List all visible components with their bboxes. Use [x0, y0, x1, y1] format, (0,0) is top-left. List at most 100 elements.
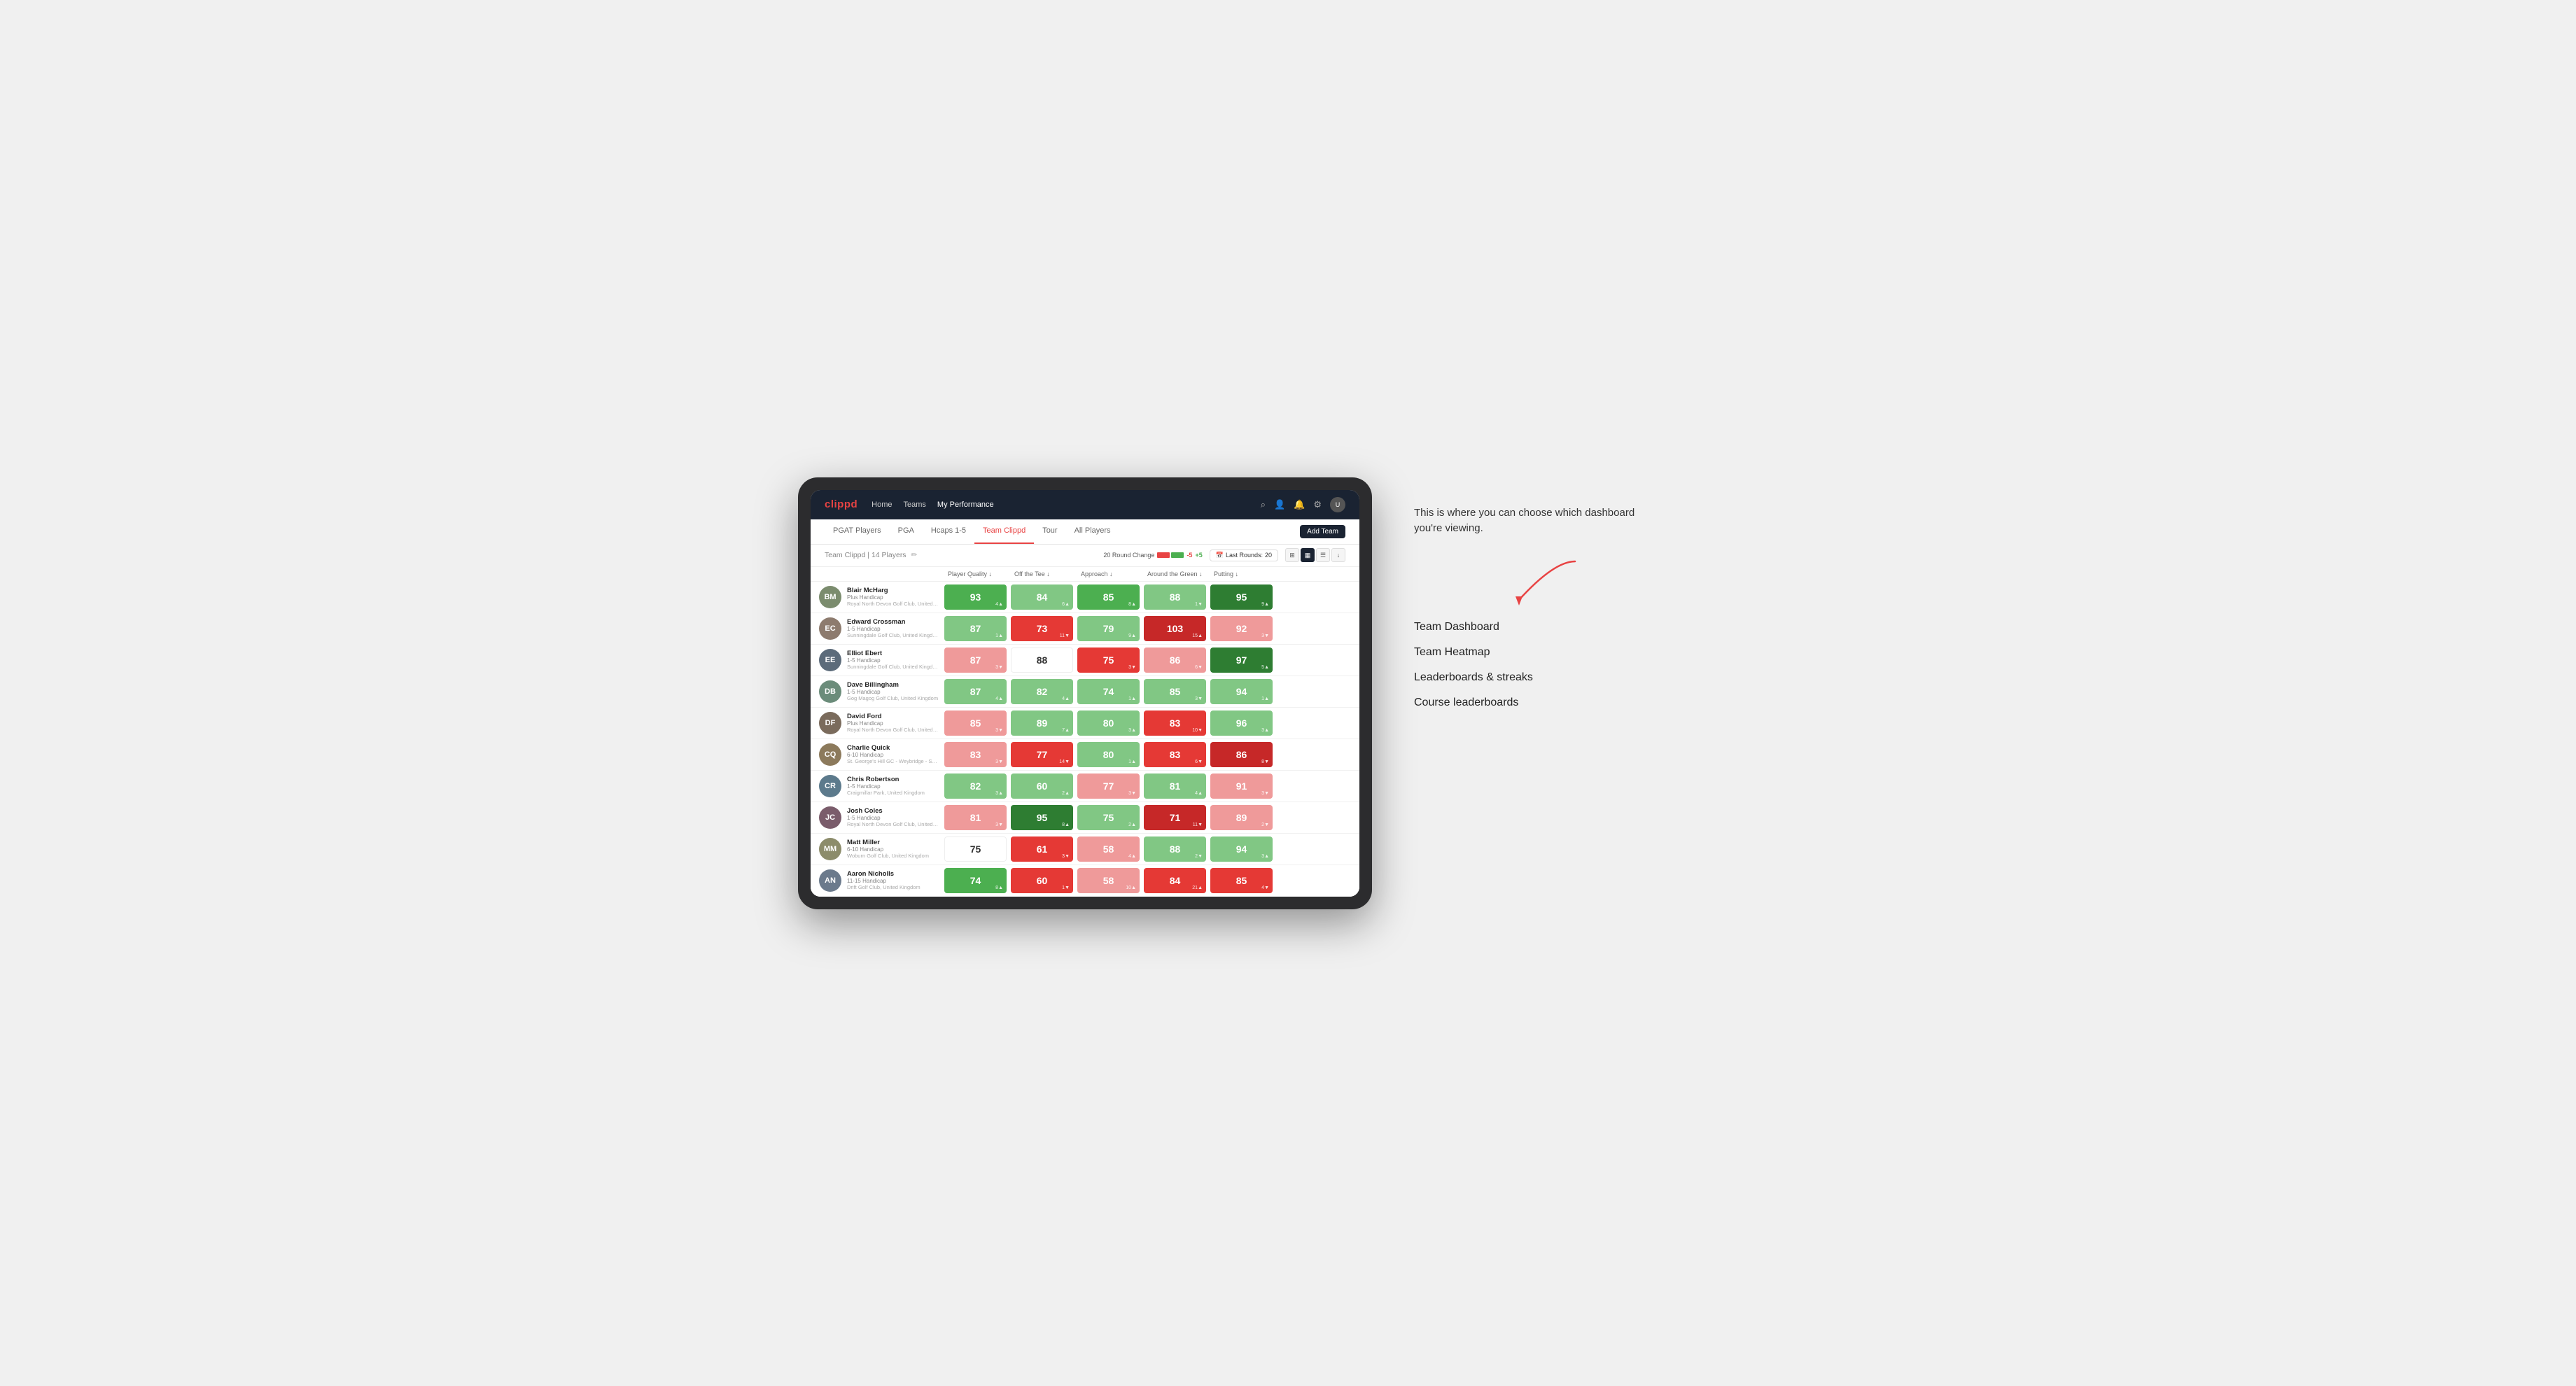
- player-info: BMBlair McHargPlus HandicapRoyal North D…: [816, 582, 942, 612]
- stat-cell: 854▼: [1210, 868, 1273, 893]
- stat-cell: 882▼: [1144, 836, 1206, 862]
- col-tee[interactable]: Off the Tee ↓: [1009, 567, 1075, 581]
- table-row[interactable]: JCJosh Coles1-5 HandicapRoyal North Devo…: [811, 802, 1359, 834]
- edit-icon[interactable]: ✏: [911, 551, 917, 559]
- dashboard-option[interactable]: Team Heatmap: [1414, 646, 1638, 659]
- stat-cell: 75: [944, 836, 1007, 862]
- stat-cell: 913▼: [1210, 774, 1273, 799]
- nav-home[interactable]: Home: [872, 498, 892, 512]
- stat-change: 3▼: [1128, 791, 1136, 796]
- stat-cell: 5810▲: [1077, 868, 1140, 893]
- player-handicap: 6-10 Handicap: [847, 752, 939, 758]
- tab-team-clippd[interactable]: Team Clippd: [974, 519, 1034, 544]
- table-row[interactable]: DBDave Billingham1-5 HandicapGog Magog G…: [811, 676, 1359, 708]
- add-team-button[interactable]: Add Team: [1300, 525, 1345, 538]
- player-info: ANAaron Nicholls11-15 HandicapDrift Golf…: [816, 865, 942, 896]
- tab-tour[interactable]: Tour: [1034, 519, 1065, 544]
- stat-cell: 923▼: [1210, 616, 1273, 641]
- player-club: Royal North Devon Golf Club, United King…: [847, 601, 939, 607]
- settings-icon[interactable]: ⚙: [1313, 499, 1322, 510]
- stat-cell: 8421▲: [1144, 868, 1206, 893]
- dashboard-option[interactable]: Leaderboards & streaks: [1414, 671, 1638, 684]
- col-green[interactable]: Around the Green ↓: [1142, 567, 1208, 581]
- stat-cell: 824▲: [1011, 679, 1073, 704]
- players-table: BMBlair McHargPlus HandicapRoyal North D…: [811, 582, 1359, 897]
- player-details: Charlie Quick6-10 HandicapSt. George's H…: [847, 744, 939, 764]
- stat-value: 87: [970, 686, 981, 697]
- red-arrow: [1498, 558, 1582, 607]
- stat-value: 83: [970, 749, 981, 760]
- nav-teams[interactable]: Teams: [904, 498, 926, 512]
- table-row[interactable]: CQCharlie Quick6-10 HandicapSt. George's…: [811, 739, 1359, 771]
- last-rounds-button[interactable]: 📅 Last Rounds: 20: [1210, 550, 1278, 561]
- player-info: ECEdward Crossman1-5 HandicapSunningdale…: [816, 613, 942, 644]
- col-putting[interactable]: Putting ↓: [1208, 567, 1275, 581]
- player-handicap: Plus Handicap: [847, 594, 939, 601]
- stat-change: 8▲: [995, 886, 1003, 890]
- stat-cell: 975▲: [1210, 648, 1273, 673]
- stat-change: 2▼: [1261, 822, 1269, 827]
- tab-pga[interactable]: PGA: [890, 519, 923, 544]
- heatmap-view-button[interactable]: ▦: [1301, 548, 1315, 562]
- stat-cell: 584▲: [1077, 836, 1140, 862]
- logo[interactable]: clippd: [825, 498, 858, 510]
- tab-pgat-players[interactable]: PGAT Players: [825, 519, 890, 544]
- dashboard-option[interactable]: Course leaderboards: [1414, 696, 1638, 709]
- table-row[interactable]: EEElliot Ebert1-5 HandicapSunningdale Go…: [811, 645, 1359, 676]
- stat-value: 74: [1103, 686, 1114, 697]
- stat-value: 89: [1037, 718, 1048, 729]
- stat-change: 4▲: [995, 602, 1003, 607]
- stat-value: 81: [970, 812, 981, 823]
- stat-change: 4▲: [1195, 791, 1203, 796]
- list-view-button[interactable]: ☰: [1316, 548, 1330, 562]
- nav-icons: ⌕ 👤 🔔 ⚙ U: [1261, 497, 1345, 512]
- table-row[interactable]: BMBlair McHargPlus HandicapRoyal North D…: [811, 582, 1359, 613]
- table-row[interactable]: CRChris Robertson1-5 HandicapCraigmillar…: [811, 771, 1359, 802]
- stat-change: 4▼: [1261, 886, 1269, 890]
- annotation-text: This is where you can choose which dashb…: [1414, 505, 1638, 537]
- stat-change: 3▲: [1128, 728, 1136, 733]
- stat-change: 21▲: [1192, 886, 1203, 890]
- tab-all-players[interactable]: All Players: [1066, 519, 1119, 544]
- stat-cell: 853▼: [944, 710, 1007, 736]
- stat-value: 95: [1037, 812, 1048, 823]
- user-avatar[interactable]: U: [1330, 497, 1345, 512]
- tab-hcaps[interactable]: Hcaps 1-5: [923, 519, 974, 544]
- annotation-panel: This is where you can choose which dashb…: [1414, 477, 1638, 709]
- table-row[interactable]: ECEdward Crossman1-5 HandicapSunningdale…: [811, 613, 1359, 645]
- player-details: Blair McHargPlus HandicapRoyal North Dev…: [847, 587, 939, 607]
- stat-cell: 801▲: [1077, 742, 1140, 767]
- stat-cell: 753▼: [1077, 648, 1140, 673]
- stat-cell: 799▲: [1077, 616, 1140, 641]
- col-player: [816, 567, 942, 581]
- avatar: EE: [819, 649, 841, 671]
- player-info: DBDave Billingham1-5 HandicapGog Magog G…: [816, 676, 942, 707]
- profile-icon[interactable]: 👤: [1274, 499, 1285, 510]
- stat-cell: 874▲: [944, 679, 1007, 704]
- stat-cell: 853▼: [1144, 679, 1206, 704]
- stat-cell: 88: [1011, 648, 1073, 673]
- stat-cell: 823▲: [944, 774, 1007, 799]
- nav-myperformance[interactable]: My Performance: [937, 498, 994, 512]
- table-row[interactable]: DFDavid FordPlus HandicapRoyal North Dev…: [811, 708, 1359, 739]
- table-row[interactable]: MMMatt Miller6-10 HandicapWoburn Golf Cl…: [811, 834, 1359, 865]
- stat-value: 80: [1103, 718, 1114, 729]
- grid-view-button[interactable]: ⊞: [1285, 548, 1299, 562]
- stat-cell: 8310▼: [1144, 710, 1206, 736]
- player-details: Edward Crossman1-5 HandicapSunningdale G…: [847, 618, 939, 638]
- col-approach[interactable]: Approach ↓: [1075, 567, 1142, 581]
- stat-change: 3▼: [1062, 854, 1070, 859]
- stat-change: 3▼: [995, 665, 1003, 670]
- player-handicap: 1-5 Handicap: [847, 626, 939, 632]
- col-quality[interactable]: Player Quality ↓: [942, 567, 1009, 581]
- player-info: DFDavid FordPlus HandicapRoyal North Dev…: [816, 708, 942, 738]
- stat-cell: 7311▼: [1011, 616, 1073, 641]
- avatar: JC: [819, 806, 841, 829]
- search-icon[interactable]: ⌕: [1261, 499, 1266, 510]
- download-button[interactable]: ↓: [1331, 548, 1345, 562]
- table-row[interactable]: ANAaron Nicholls11-15 HandicapDrift Golf…: [811, 865, 1359, 897]
- bell-icon[interactable]: 🔔: [1294, 499, 1305, 510]
- player-info: CQCharlie Quick6-10 HandicapSt. George's…: [816, 739, 942, 770]
- stat-value: 75: [1103, 654, 1114, 666]
- dashboard-option[interactable]: Team Dashboard: [1414, 621, 1638, 634]
